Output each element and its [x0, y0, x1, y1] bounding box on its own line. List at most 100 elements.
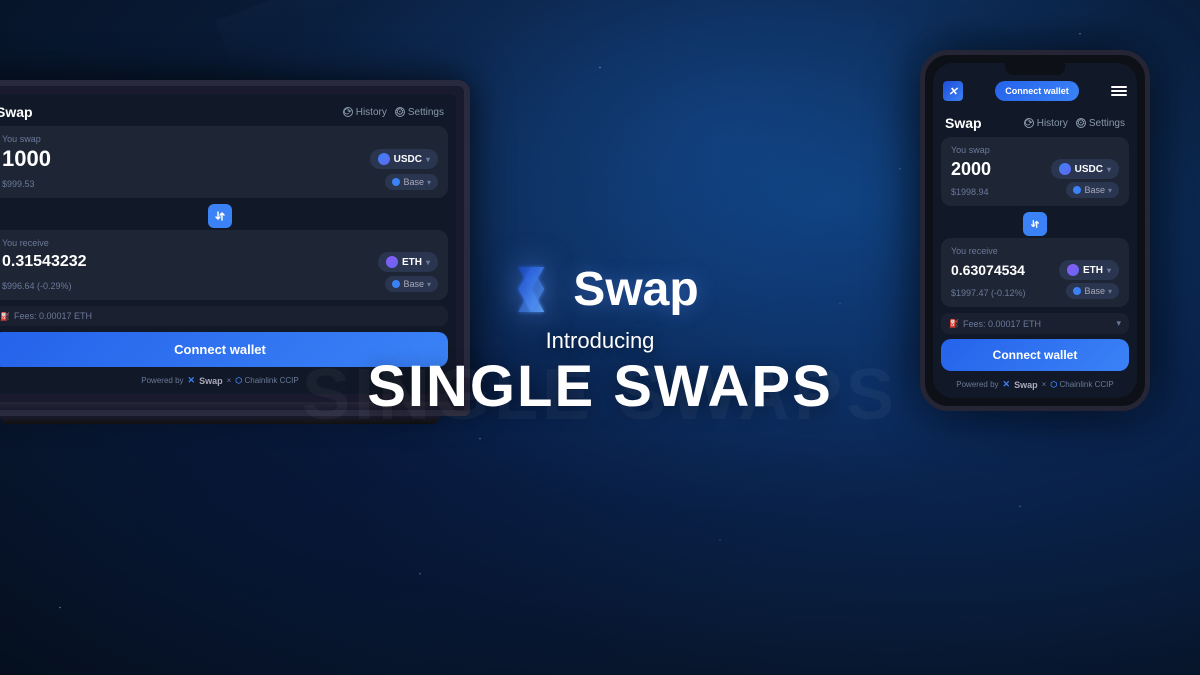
laptop-swap-chain-badge[interactable]: Base ▾ [385, 174, 438, 190]
phone-history-button[interactable]: ⟳ History [1024, 118, 1068, 129]
phone-base-icon [1073, 186, 1081, 194]
laptop-widget-header: Swap ⟳ History ⚙ Settings [0, 94, 456, 126]
laptop-swap-widget: Swap ⟳ History ⚙ Settings You sw [0, 94, 456, 394]
laptop-swap-row: 1000 USDC ▾ [2, 148, 438, 170]
phone-receive-label: You receive [951, 246, 1119, 256]
phone-swap-amount: 2000 [951, 160, 991, 178]
phone-widget-actions: ⟳ History ⚙ Settings [1024, 118, 1125, 129]
phone-brand-ccip: ⬡ Chainlink CCIP [1050, 380, 1113, 389]
phone-base-icon-2 [1073, 287, 1081, 295]
laptop-brand-ccip: ⬡ Chainlink CCIP [235, 376, 298, 385]
phone-swap-chain-badge[interactable]: Base ▾ [1066, 182, 1119, 198]
laptop-receive-token-badge[interactable]: ETH ▾ [378, 252, 438, 272]
phone-receive-chain-badge[interactable]: Base ▾ [1066, 283, 1119, 299]
phone-eth-icon [1067, 264, 1079, 276]
phone-you-swap-section: You swap 2000 USDC ▾ $1998.94 Ba [941, 137, 1129, 206]
phone-usdc-icon [1059, 163, 1071, 175]
phone-swap-label: You swap [951, 145, 1119, 155]
eth-icon [386, 256, 398, 268]
phone-powered-by: Powered by ✕ Swap × ⬡ Chainlink CCIP [933, 379, 1137, 398]
laptop-powered-by: Powered by ✕ Swap × ⬡ Chainlink CCIP [0, 375, 456, 394]
base-chain-icon [392, 178, 400, 186]
phone-widget-title: Swap [945, 115, 982, 131]
swap-direction-button[interactable] [208, 204, 232, 228]
chevron-down-icon-3: ▾ [426, 258, 430, 267]
phone-fees-row: ⛽ Fees: 0.00017 ETH ▾ [941, 313, 1129, 334]
laptop-swap-chain-row: $999.53 Base ▾ [2, 174, 438, 190]
chevron-down-icon-2: ▾ [427, 178, 431, 187]
laptop-fees-label: Fees: 0.00017 ETH [14, 311, 92, 321]
settings-button[interactable]: ⚙ Settings [395, 107, 444, 118]
history-icon: ⟳ [343, 107, 353, 117]
phone-receive-usd: $1997.47 (-0.12%) [951, 288, 1026, 298]
laptop-swap-arrow [0, 204, 456, 228]
chevron-down-icon: ▾ [426, 155, 430, 164]
phone-receive-token-badge[interactable]: ETH ▾ [1059, 260, 1119, 280]
laptop-receive-label: You receive [2, 238, 438, 248]
hamburger-menu-button[interactable] [1111, 86, 1127, 96]
laptop-fees-row: ⛽ Fees: 0.00017 ETH [0, 306, 448, 326]
phone-header: ✕ Connect wallet [933, 75, 1137, 105]
phone-settings-button[interactable]: ⚙ Settings [1076, 118, 1125, 129]
laptop-base [0, 402, 470, 416]
ham-line-2 [1111, 90, 1127, 92]
laptop-swap-token-badge[interactable]: USDC ▾ [370, 149, 438, 169]
laptop-receive-row: 0.31543232 ETH ▾ [2, 252, 438, 272]
laptop-screen-outer: Swap ⟳ History ⚙ Settings You sw [0, 80, 470, 402]
phone-connect-wallet-button[interactable]: Connect wallet [941, 339, 1129, 371]
laptop-receive-usd: $996.64 (-0.29%) [2, 281, 72, 291]
phone-brand-swap: Swap [1014, 380, 1038, 390]
phone-swap-arrows-icon [1030, 219, 1040, 229]
phone-logo: ✕ [943, 81, 963, 101]
phone-settings-icon: ⚙ [1076, 118, 1086, 128]
laptop-widget-title: Swap [0, 104, 33, 120]
phone-notch [1005, 63, 1065, 75]
laptop-swap-label: You swap [2, 134, 438, 144]
phone-receive-chain-row: $1997.47 (-0.12%) Base ▾ [951, 283, 1119, 299]
chevron-down-icon-4: ▾ [427, 280, 431, 289]
laptop-device: Swap ⟳ History ⚙ Settings You sw [0, 80, 470, 424]
fee-icon: ⛽ [0, 312, 10, 321]
phone-swap-token-badge[interactable]: USDC ▾ [1051, 159, 1119, 179]
phone-header-connect-wallet-button[interactable]: Connect wallet [995, 81, 1079, 101]
laptop-receive-chain-row: $996.64 (-0.29%) Base ▾ [2, 276, 438, 292]
phone-device: ✕ Connect wallet Swap ⟳ History [920, 50, 1150, 411]
phone-history-icon: ⟳ [1024, 118, 1034, 128]
phone-swap-direction-button[interactable] [1023, 212, 1047, 236]
phone-screen: ✕ Connect wallet Swap ⟳ History [933, 63, 1137, 398]
phone-swap-widget: Swap ⟳ History ⚙ Settings You sw [933, 105, 1137, 398]
phone-fees-label: Fees: 0.00017 ETH [963, 319, 1041, 329]
phone-outer: ✕ Connect wallet Swap ⟳ History [920, 50, 1150, 411]
phone-x-icon: ✕ [943, 81, 963, 101]
laptop-swap-amount: 1000 [2, 148, 51, 170]
phone-swap-chain-row: $1998.94 Base ▾ [951, 182, 1119, 198]
ham-line-1 [1111, 86, 1127, 88]
phone-swap-row: 2000 USDC ▾ [951, 159, 1119, 179]
settings-icon: ⚙ [395, 107, 405, 117]
phone-swap-arrow [933, 212, 1137, 236]
laptop-you-swap-section: You swap 1000 USDC ▾ $999.53 Bas [0, 126, 448, 198]
phone-fee-icon: ⛽ [949, 319, 959, 328]
phone-chevron-2: ▾ [1108, 186, 1112, 195]
laptop-swap-usd: $999.53 [2, 179, 35, 189]
laptop-receive-amount: 0.31543232 [2, 254, 87, 270]
laptop-connect-wallet-button[interactable]: Connect wallet [0, 332, 448, 367]
phone-you-receive-section: You receive 0.63074534 ETH ▾ $1997.47 (-… [941, 238, 1129, 307]
laptop-you-receive-section: You receive 0.31543232 ETH ▾ $996.64 (-0… [0, 230, 448, 300]
phone-widget-header: Swap ⟳ History ⚙ Settings [933, 105, 1137, 137]
base-chain-icon-2 [392, 280, 400, 288]
usdc-icon [378, 153, 390, 165]
laptop-screen: Swap ⟳ History ⚙ Settings You sw [0, 94, 456, 394]
swap-arrows-icon [214, 210, 226, 222]
laptop-foot [0, 416, 440, 424]
phone-chevron-4: ▾ [1108, 287, 1112, 296]
phone-swap-usd: $1998.94 [951, 187, 989, 197]
history-button[interactable]: ⟳ History [343, 107, 387, 118]
phone-fees-chevron: ▾ [1116, 318, 1121, 329]
phone-chevron-3: ▾ [1107, 266, 1111, 275]
phone-receive-amount: 0.63074534 [951, 263, 1025, 277]
ham-line-3 [1111, 94, 1127, 96]
laptop-widget-actions: ⟳ History ⚙ Settings [343, 107, 444, 118]
laptop-receive-chain-badge[interactable]: Base ▾ [385, 276, 438, 292]
laptop-brand-swap: Swap [199, 376, 223, 386]
